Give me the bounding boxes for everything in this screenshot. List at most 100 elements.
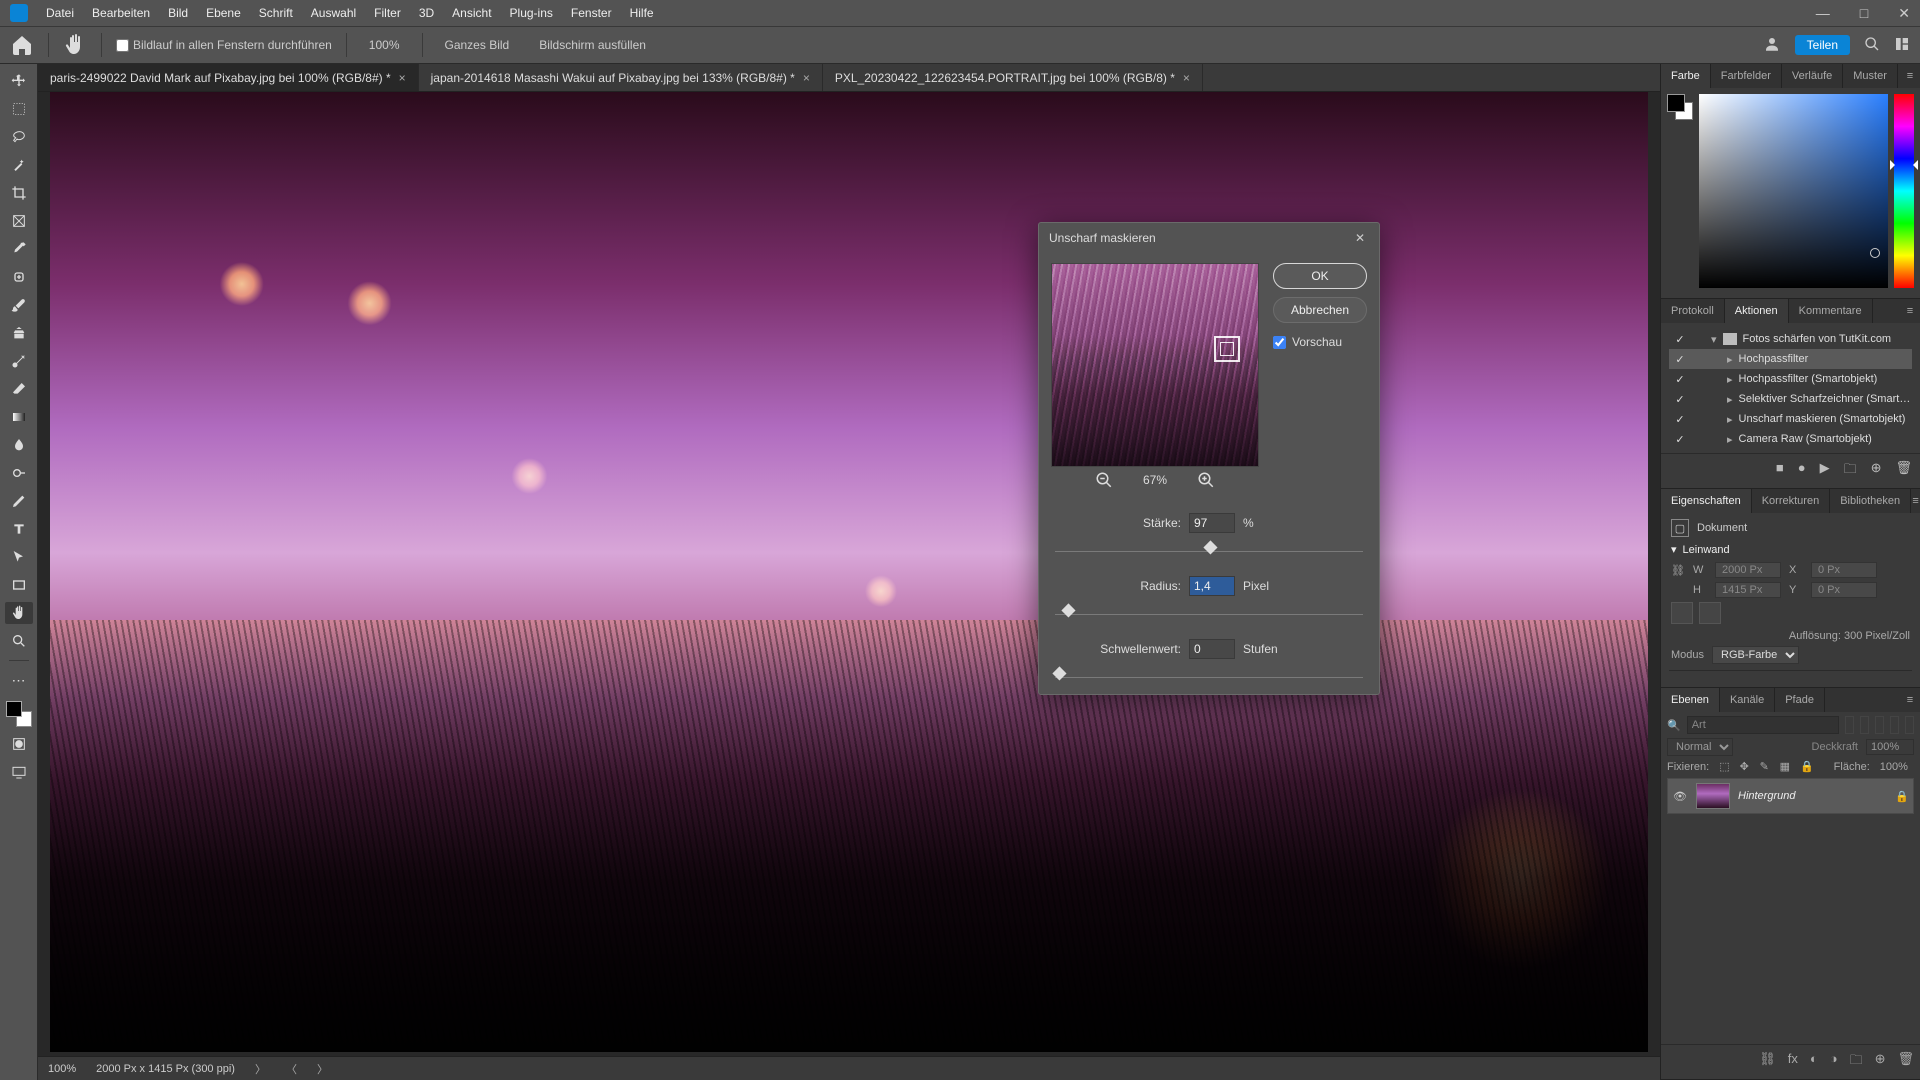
move-tool[interactable] xyxy=(5,70,33,92)
history-brush-tool[interactable] xyxy=(5,350,33,372)
status-docinfo[interactable]: 2000 Px x 1415 Px (300 ppi) xyxy=(96,1063,235,1075)
chevron-right-icon[interactable]: 〉 xyxy=(255,1061,266,1077)
menu-help[interactable]: Hilfe xyxy=(630,6,654,20)
close-icon[interactable]: × xyxy=(803,71,810,85)
window-close-button[interactable]: ✕ xyxy=(1898,5,1910,22)
share-button[interactable]: Teilen xyxy=(1795,35,1850,55)
props-mode-select[interactable]: RGB-Farbe xyxy=(1712,646,1799,664)
action-set-row[interactable]: ✓ ▾ Fotos schärfen von TutKit.com xyxy=(1669,329,1912,349)
fill-screen-button[interactable]: Bildschirm ausfüllen xyxy=(531,34,654,56)
panel-menu-icon[interactable]: ≡ xyxy=(1900,64,1920,88)
amount-input[interactable] xyxy=(1189,513,1235,533)
check-icon[interactable]: ✓ xyxy=(1673,333,1687,346)
chevron-left-icon[interactable]: 〈 xyxy=(286,1061,297,1077)
radius-input[interactable] xyxy=(1189,576,1235,596)
rectangle-tool[interactable] xyxy=(5,574,33,596)
cancel-button[interactable]: Abbrechen xyxy=(1273,297,1367,323)
crop-tool[interactable] xyxy=(5,182,33,204)
layer-style-icon[interactable]: fx xyxy=(1788,1051,1798,1073)
check-icon[interactable]: ✓ xyxy=(1673,373,1687,386)
slider-thumb-icon[interactable] xyxy=(1052,666,1066,680)
filter-adjust-icon[interactable] xyxy=(1860,716,1869,734)
lock-all-icon[interactable]: ⬚ xyxy=(1719,760,1729,774)
layer-thumbnail[interactable] xyxy=(1696,783,1730,809)
type-tool[interactable] xyxy=(5,518,33,540)
link-layers-icon[interactable]: ⛓ xyxy=(1759,1051,1776,1073)
check-icon[interactable]: ✓ xyxy=(1673,413,1687,426)
radius-slider[interactable] xyxy=(1055,614,1363,615)
document-tab-1[interactable]: paris-2499022 David Mark auf Pixabay.jpg… xyxy=(38,64,419,91)
orientation-portrait-icon[interactable] xyxy=(1671,602,1693,624)
tab-history[interactable]: Protokoll xyxy=(1661,299,1725,323)
panel-fgbg-colors[interactable] xyxy=(1667,94,1693,120)
screenmode-icon[interactable] xyxy=(5,761,33,783)
filter-type-icon[interactable] xyxy=(1875,716,1884,734)
window-maximize-button[interactable]: □ xyxy=(1860,5,1868,22)
lock-position-icon[interactable]: ✥ xyxy=(1740,760,1750,774)
menu-image[interactable]: Bild xyxy=(168,6,188,20)
check-icon[interactable]: ✓ xyxy=(1673,433,1687,446)
trash-icon[interactable]: 🗑 xyxy=(1897,1051,1914,1073)
action-row-2[interactable]: ✓▸Selektiver Scharfzeichner (Smarto... xyxy=(1669,389,1912,409)
lasso-tool[interactable] xyxy=(5,126,33,148)
window-minimize-button[interactable]: — xyxy=(1816,5,1830,22)
opacity-field[interactable]: 100% xyxy=(1866,739,1914,755)
preview-checkbox[interactable]: Vorschau xyxy=(1273,335,1367,349)
canvas[interactable]: Unscharf maskieren ✕ 67% xyxy=(38,92,1660,1080)
chevron-right-icon[interactable]: ▸ xyxy=(1727,353,1733,366)
props-h-field[interactable]: 1415 Px xyxy=(1715,582,1781,598)
filter-shape-icon[interactable] xyxy=(1890,716,1899,734)
zoom-out-button[interactable] xyxy=(1095,471,1113,489)
action-row-3[interactable]: ✓▸Unscharf maskieren (Smartobjekt) xyxy=(1669,409,1912,429)
chevron-right-icon[interactable]: ▸ xyxy=(1727,433,1733,446)
link-icon[interactable]: ⛓ xyxy=(1671,564,1685,577)
path-selection-tool[interactable] xyxy=(5,546,33,568)
pen-tool[interactable] xyxy=(5,490,33,512)
props-w-field[interactable]: 2000 Px xyxy=(1715,562,1781,578)
layer-row-background[interactable]: 👁 Hintergrund 🔒 xyxy=(1667,778,1914,814)
check-icon[interactable]: ✓ xyxy=(1673,393,1687,406)
gradient-tool[interactable] xyxy=(5,406,33,428)
zoom-in-button[interactable] xyxy=(1197,471,1215,489)
menu-type[interactable]: Schrift xyxy=(259,6,293,20)
stop-icon[interactable]: ■ xyxy=(1776,460,1784,482)
dialog-preview[interactable] xyxy=(1051,263,1259,467)
user-icon[interactable] xyxy=(1763,35,1781,56)
panel-menu-icon[interactable]: ≡ xyxy=(1900,688,1920,712)
props-y-field[interactable]: 0 Px xyxy=(1811,582,1877,598)
fill-field[interactable]: 100% xyxy=(1880,761,1914,773)
menu-view[interactable]: Ansicht xyxy=(452,6,491,20)
fit-screen-button[interactable]: Ganzes Bild xyxy=(437,34,518,56)
action-row-4[interactable]: ✓▸Camera Raw (Smartobjekt) xyxy=(1669,429,1912,449)
magic-wand-tool[interactable] xyxy=(5,154,33,176)
menu-file[interactable]: Datei xyxy=(46,6,74,20)
chevron-right-icon[interactable]: 〉 xyxy=(317,1061,328,1077)
document-tab-2[interactable]: japan-2014618 Masashi Wakui auf Pixabay.… xyxy=(419,64,823,91)
workspace-switcher-icon[interactable] xyxy=(1894,36,1910,55)
new-set-icon[interactable]: 🗀 xyxy=(1844,460,1857,482)
play-icon[interactable]: ▶ xyxy=(1820,460,1830,482)
chevron-down-icon[interactable]: ▾ xyxy=(1711,333,1717,346)
slider-thumb-icon[interactable] xyxy=(1203,540,1217,554)
menu-3d[interactable]: 3D xyxy=(419,6,434,20)
clone-stamp-tool[interactable] xyxy=(5,322,33,344)
tab-swatches[interactable]: Farbfelder xyxy=(1711,64,1782,88)
action-row-0[interactable]: ✓▸Hochpassfilter xyxy=(1669,349,1912,369)
lock-pixels-icon[interactable]: ✎ xyxy=(1760,760,1770,774)
blend-mode-select[interactable]: Normal xyxy=(1667,738,1733,756)
zoom-tool[interactable] xyxy=(5,630,33,652)
hue-slider[interactable] xyxy=(1894,94,1914,288)
chevron-right-icon[interactable]: ▸ xyxy=(1727,373,1733,386)
trash-icon[interactable]: 🗑 xyxy=(1895,460,1912,482)
spot-healing-tool[interactable] xyxy=(5,266,33,288)
zoom-level[interactable]: 100% xyxy=(361,36,408,54)
lock-icon[interactable]: 🔒 xyxy=(1800,760,1814,774)
tab-properties[interactable]: Eigenschaften xyxy=(1661,489,1752,513)
dialog-titlebar[interactable]: Unscharf maskieren ✕ xyxy=(1039,223,1379,253)
layer-name[interactable]: Hintergrund xyxy=(1738,790,1887,802)
eyedropper-tool[interactable] xyxy=(5,238,33,260)
check-icon[interactable]: ✓ xyxy=(1673,353,1687,366)
more-tools-icon[interactable]: ⋯ xyxy=(5,669,33,691)
menu-plugins[interactable]: Plug-ins xyxy=(510,6,553,20)
layer-filter-select[interactable] xyxy=(1687,716,1839,734)
